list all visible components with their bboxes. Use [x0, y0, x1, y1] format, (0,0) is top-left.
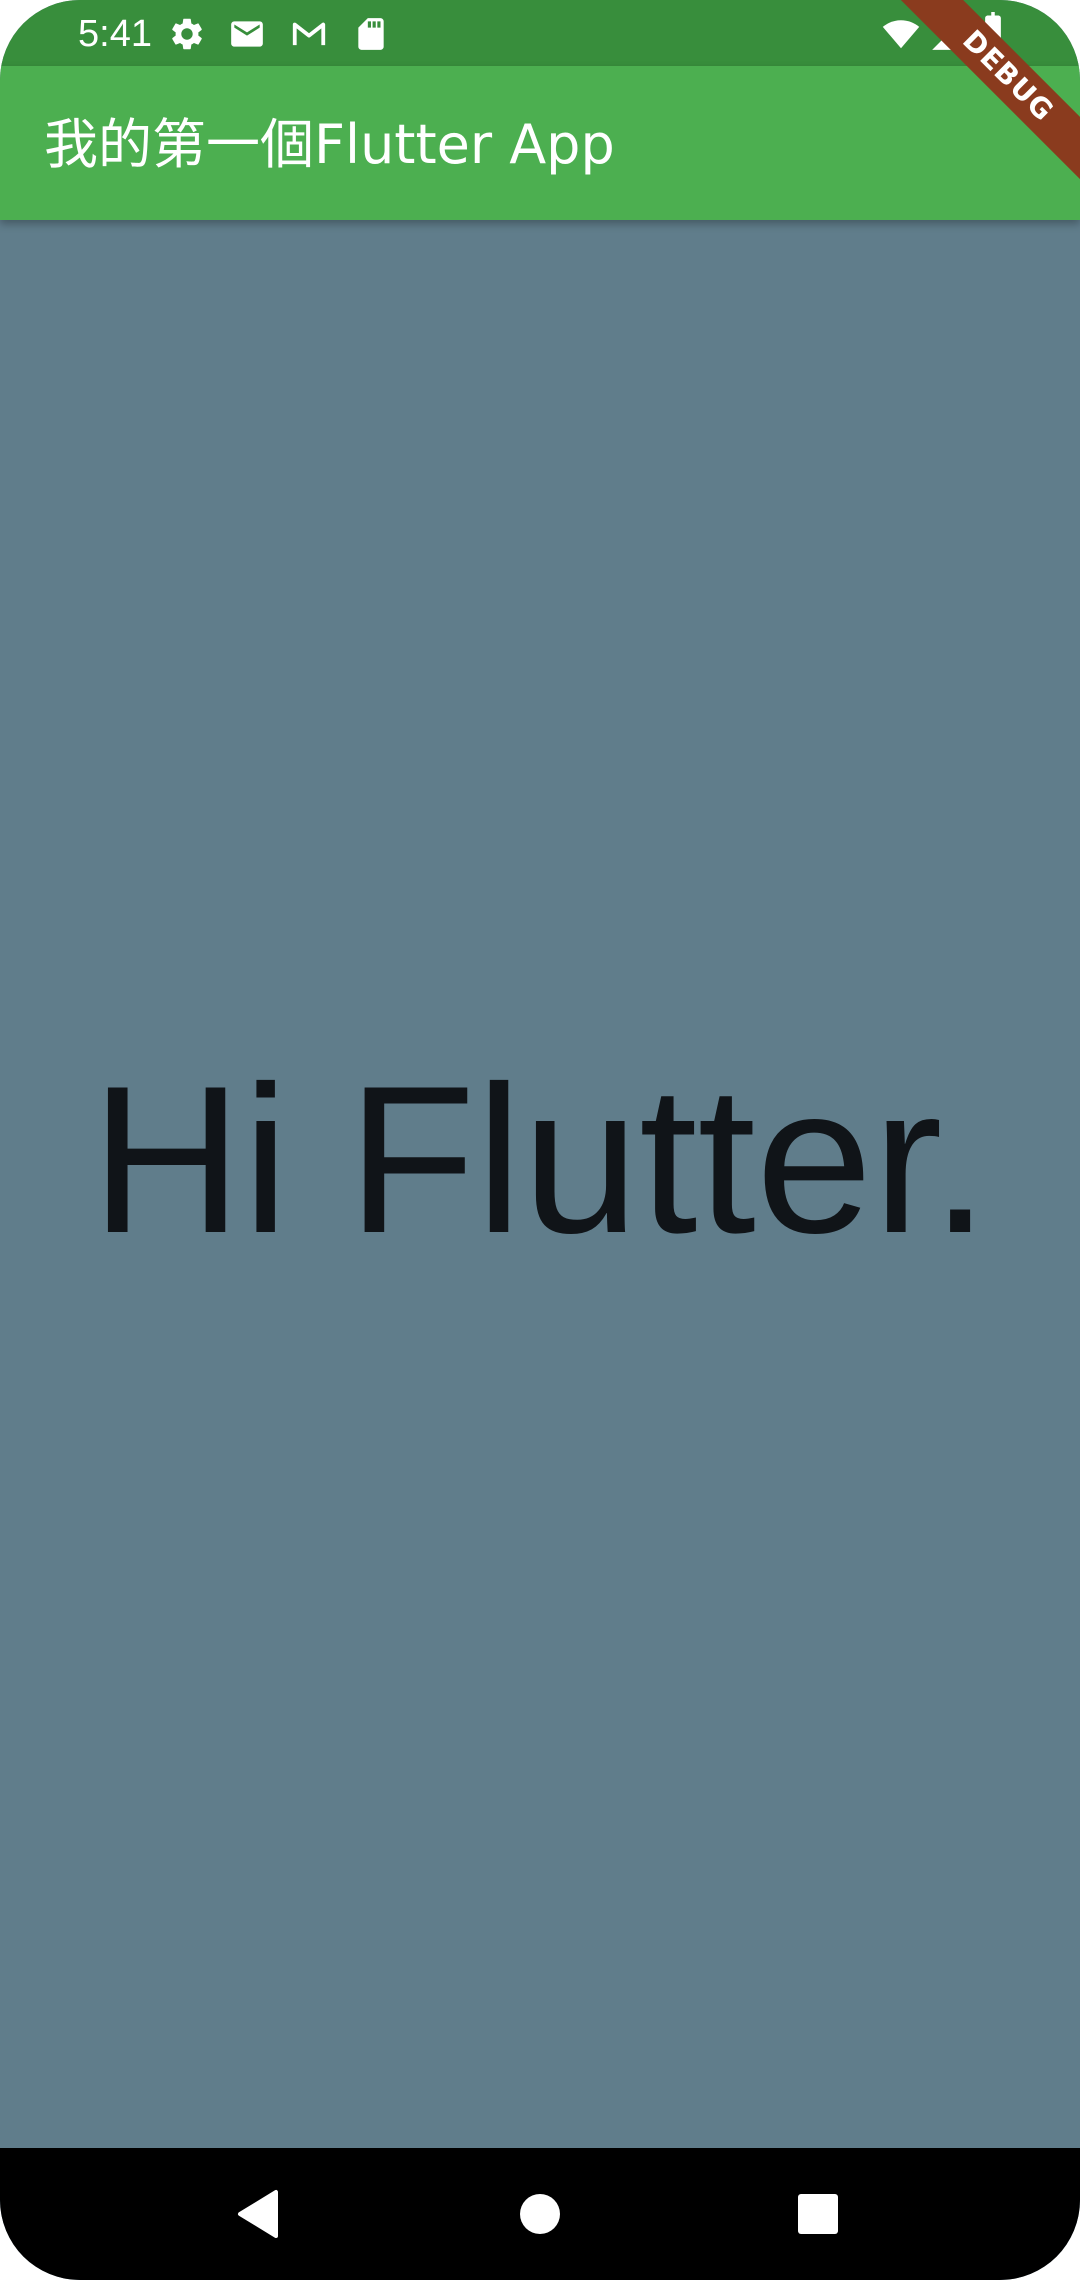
app-bar: 我的第一個Flutter App [0, 66, 1080, 220]
cell-signal-icon [928, 15, 968, 53]
wifi-icon [880, 15, 922, 53]
battery-icon [978, 12, 1008, 54]
settings-icon [168, 15, 206, 53]
status-bar: 5:41 [0, 0, 1080, 66]
navigation-bar [0, 2148, 1080, 2280]
status-time: 5:41 [78, 13, 152, 55]
hello-text: Hi Flutter. [90, 1042, 990, 1277]
app-bar-title: 我的第一個Flutter App [44, 113, 615, 176]
phone-screen: 5:41 我的第一個Flutter App Hi Flutter. DEBUG [0, 0, 1080, 2280]
mail-icon [228, 15, 266, 53]
home-icon[interactable] [500, 2174, 580, 2254]
gmail-icon [290, 15, 328, 53]
recents-icon[interactable] [778, 2174, 858, 2254]
back-icon[interactable] [218, 2174, 298, 2254]
sd-card-icon [352, 15, 390, 53]
